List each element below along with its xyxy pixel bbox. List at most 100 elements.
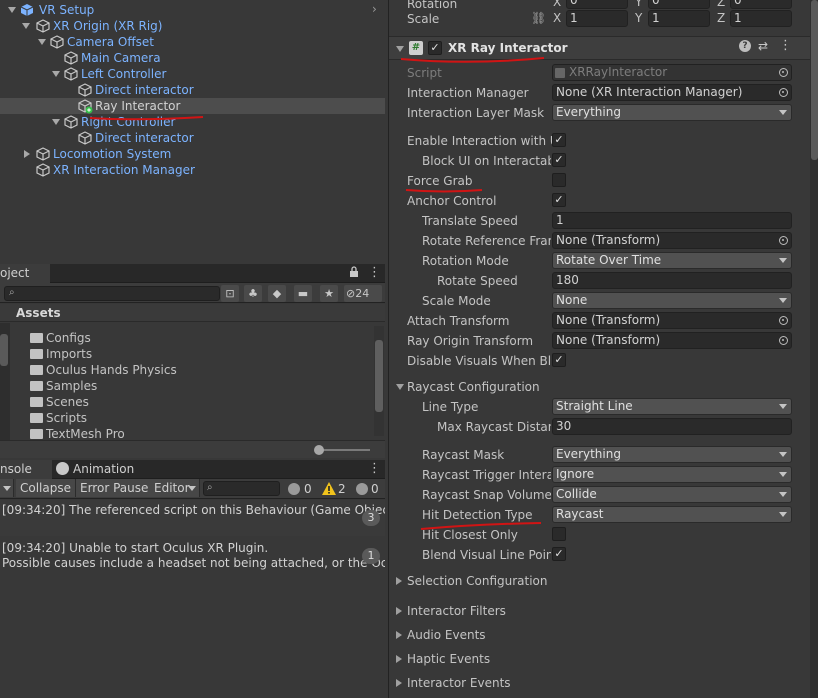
ray-origin-field[interactable]: None (Transform): [552, 332, 792, 349]
blend-visual-checkbox[interactable]: ✓: [552, 547, 566, 561]
object-picker-icon[interactable]: [779, 236, 788, 245]
more-options-icon[interactable]: ⋮: [368, 461, 381, 476]
search-by-type-icon[interactable]: ⊡: [221, 285, 239, 302]
selection-config-foldout[interactable]: Selection Configuration: [407, 573, 548, 589]
assets-header[interactable]: Assets: [0, 304, 385, 322]
hierarchy-item-xr-origin[interactable]: XR Origin (XR Rig): [0, 18, 385, 34]
info-count-toggle[interactable]: 0: [286, 480, 316, 498]
scale-x-field[interactable]: 1: [566, 10, 628, 27]
interactor-filters-foldout[interactable]: Interactor Filters: [407, 603, 506, 619]
foldout-arrow-icon[interactable]: [396, 46, 404, 52]
tab-animation[interactable]: Animation: [73, 461, 134, 477]
component-enabled-checkbox[interactable]: ✓: [428, 41, 442, 55]
zoom-slider-track[interactable]: [318, 449, 370, 451]
hierarchy-item-main-camera[interactable]: Main Camera: [0, 50, 385, 66]
scale-z-field[interactable]: 1: [730, 10, 792, 27]
rotation-mode-dropdown[interactable]: Rotate Over Time: [552, 252, 792, 269]
clear-dropdown-arrow[interactable]: [0, 479, 14, 497]
raycast-mask-dropdown[interactable]: Everything: [552, 446, 792, 463]
expand-arrow-icon[interactable]: [52, 119, 60, 125]
rotation-y-field[interactable]: 0: [648, 0, 710, 9]
console-search-input[interactable]: ⌕: [203, 481, 280, 496]
error-pause-button[interactable]: Error Pause: [76, 479, 154, 497]
anchor-control-checkbox[interactable]: ✓: [552, 193, 566, 207]
hierarchy-label: XR Interaction Manager: [53, 163, 195, 177]
save-search-icon[interactable]: ▬: [294, 285, 312, 302]
hidden-packages-toggle[interactable]: ⊘24: [344, 285, 382, 302]
rotation-z-field[interactable]: 0: [730, 0, 792, 9]
max-raycast-field[interactable]: 30: [552, 418, 792, 435]
block-ui-checkbox[interactable]: ✓: [552, 153, 566, 167]
interaction-manager-field[interactable]: None (XR Interaction Manager): [552, 84, 792, 101]
more-options-icon[interactable]: ⋮: [779, 38, 792, 53]
haptic-events-foldout[interactable]: Haptic Events: [407, 651, 490, 667]
rotate-reference-field[interactable]: None (Transform): [552, 232, 792, 249]
presets-icon[interactable]: ⇄: [758, 39, 768, 53]
line-type-dropdown[interactable]: Straight Line: [552, 398, 792, 415]
left-scroll-thumb[interactable]: [0, 334, 8, 366]
assets-scroll-thumb[interactable]: [375, 340, 383, 412]
layer-mask-dropdown[interactable]: Everything: [552, 104, 792, 121]
tab-project[interactable]: oject: [0, 264, 50, 283]
expand-arrow-icon[interactable]: [38, 39, 46, 45]
collapse-button[interactable]: Collapse: [16, 479, 76, 497]
console-message-row[interactable]: [09:34:20] Unable to start Oculus XR Plu…: [0, 538, 385, 574]
expand-arrow-icon[interactable]: [22, 23, 30, 29]
force-grab-checkbox[interactable]: [552, 173, 566, 187]
hierarchy-item-left-controller[interactable]: Left Controller: [0, 66, 385, 82]
disable-visuals-checkbox[interactable]: ✓: [552, 353, 566, 367]
warning-count-toggle[interactable]: 2: [320, 480, 350, 498]
hierarchy-item-direct-interactor-left[interactable]: Direct interactor: [0, 82, 385, 98]
lock-icon[interactable]: [349, 266, 359, 281]
hit-detection-dropdown[interactable]: Raycast: [552, 506, 792, 523]
error-count-toggle[interactable]: 0: [354, 480, 384, 498]
assets-scrollbar[interactable]: [374, 326, 384, 436]
rotate-speed-field[interactable]: 180: [552, 272, 792, 289]
editor-dropdown[interactable]: Editor: [150, 479, 200, 497]
chevron-right-icon[interactable]: ›: [372, 2, 377, 16]
project-search-input[interactable]: ⌕: [4, 286, 220, 301]
hierarchy-item-xr-interaction-manager[interactable]: XR Interaction Manager: [0, 162, 385, 178]
inspector-scrollbar[interactable]: [810, 0, 818, 698]
attach-transform-field[interactable]: None (Transform): [552, 312, 792, 329]
object-picker-icon[interactable]: [779, 88, 788, 97]
hierarchy-item-vr-setup[interactable]: VR Setup ›: [0, 2, 385, 18]
translate-speed-field[interactable]: 1: [552, 212, 792, 229]
more-options-icon[interactable]: ⋮: [368, 265, 381, 280]
hit-closest-checkbox[interactable]: [552, 527, 566, 541]
enable-ui-checkbox[interactable]: ✓: [552, 133, 566, 147]
constrain-proportions-icon[interactable]: ⛓: [531, 11, 546, 25]
filter-by-type-icon[interactable]: ♣: [244, 285, 262, 302]
foldout-arrow-icon[interactable]: [396, 607, 402, 615]
hierarchy-item-camera-offset[interactable]: Camera Offset: [0, 34, 385, 50]
foldout-arrow-icon[interactable]: [396, 577, 402, 585]
raycast-config-foldout[interactable]: Raycast Configuration: [407, 379, 540, 395]
zoom-slider-handle[interactable]: [314, 445, 324, 455]
inspector-panel: Rotation X 0 Y 0 Z 0 Scale ⛓ X 1 Y 1 Z 1…: [388, 0, 818, 698]
object-picker-icon[interactable]: [779, 316, 788, 325]
audio-events-foldout[interactable]: Audio Events: [407, 627, 486, 643]
interactor-events-foldout[interactable]: Interactor Events: [407, 675, 511, 691]
foldout-arrow-icon[interactable]: [396, 384, 404, 390]
console-message-row[interactable]: [09:34:20] The referenced script on this…: [0, 500, 385, 536]
favorites-star-icon[interactable]: ★: [320, 285, 338, 302]
snap-volume-dropdown[interactable]: Collide: [552, 486, 792, 503]
expand-arrow-icon[interactable]: [8, 7, 16, 13]
trigger-interaction-dropdown[interactable]: Ignore: [552, 466, 792, 483]
inspector-scroll-thumb[interactable]: [811, 0, 818, 160]
object-picker-icon[interactable]: [779, 336, 788, 345]
foldout-arrow-icon[interactable]: [396, 679, 402, 687]
scale-mode-dropdown[interactable]: None: [552, 292, 792, 309]
tab-console[interactable]: nsole: [0, 460, 52, 479]
hierarchy-item-locomotion-system[interactable]: Locomotion System: [0, 146, 385, 162]
chevron-down-icon: [779, 404, 787, 409]
hierarchy-item-direct-interactor-right[interactable]: Direct interactor: [0, 130, 385, 146]
foldout-arrow-icon[interactable]: [396, 655, 402, 663]
expand-arrow-icon[interactable]: [52, 71, 60, 77]
foldout-arrow-icon[interactable]: [396, 631, 402, 639]
help-icon[interactable]: ?: [739, 40, 751, 52]
filter-by-label-icon[interactable]: ◆: [268, 285, 286, 302]
rotation-x-field[interactable]: 0: [566, 0, 628, 9]
scale-y-field[interactable]: 1: [648, 10, 710, 27]
collapsed-arrow-icon[interactable]: [24, 150, 30, 158]
